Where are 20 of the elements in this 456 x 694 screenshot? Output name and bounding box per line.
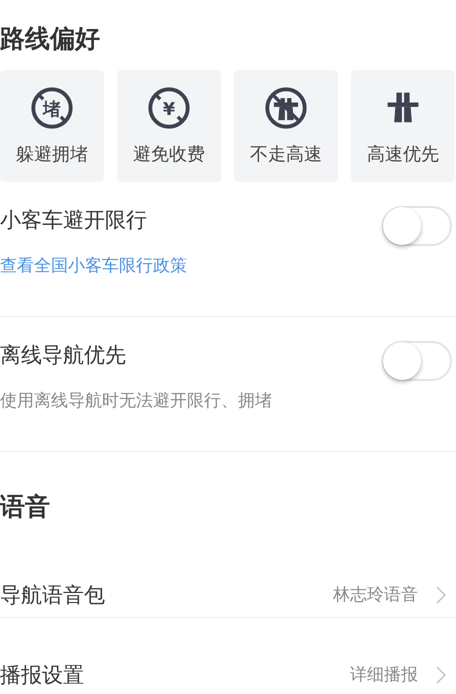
setting-title: 播报设置: [0, 662, 85, 688]
setting-value: 林志玲语音: [333, 584, 418, 606]
setting-description: 使用离线导航时无法避开限行、拥堵: [0, 390, 272, 412]
route-option[interactable]: 不走高速: [234, 70, 338, 182]
chevron-icon[interactable]: [436, 666, 446, 684]
route-option[interactable]: 高速优先: [351, 70, 455, 182]
no-toll-icon: ¥: [147, 86, 191, 130]
toggle-switch[interactable]: [382, 341, 452, 381]
setting-value: 详细播报: [350, 664, 418, 686]
route-option[interactable]: ¥ 避免收费: [117, 70, 221, 182]
no-highway-icon: [264, 86, 308, 130]
setting-title: 离线导航优先: [0, 342, 127, 369]
chevron-icon[interactable]: [436, 586, 446, 604]
route-option[interactable]: 堵 躲避拥堵: [0, 70, 104, 182]
setting-title: 导航语音包: [0, 582, 106, 608]
no-congestion-icon: 堵: [30, 86, 74, 130]
setting-title: 小客车避开限行: [0, 207, 148, 234]
toggle-switch[interactable]: [382, 206, 452, 246]
section-title: 路线偏好: [0, 23, 100, 55]
section-title: 语音: [0, 491, 50, 523]
